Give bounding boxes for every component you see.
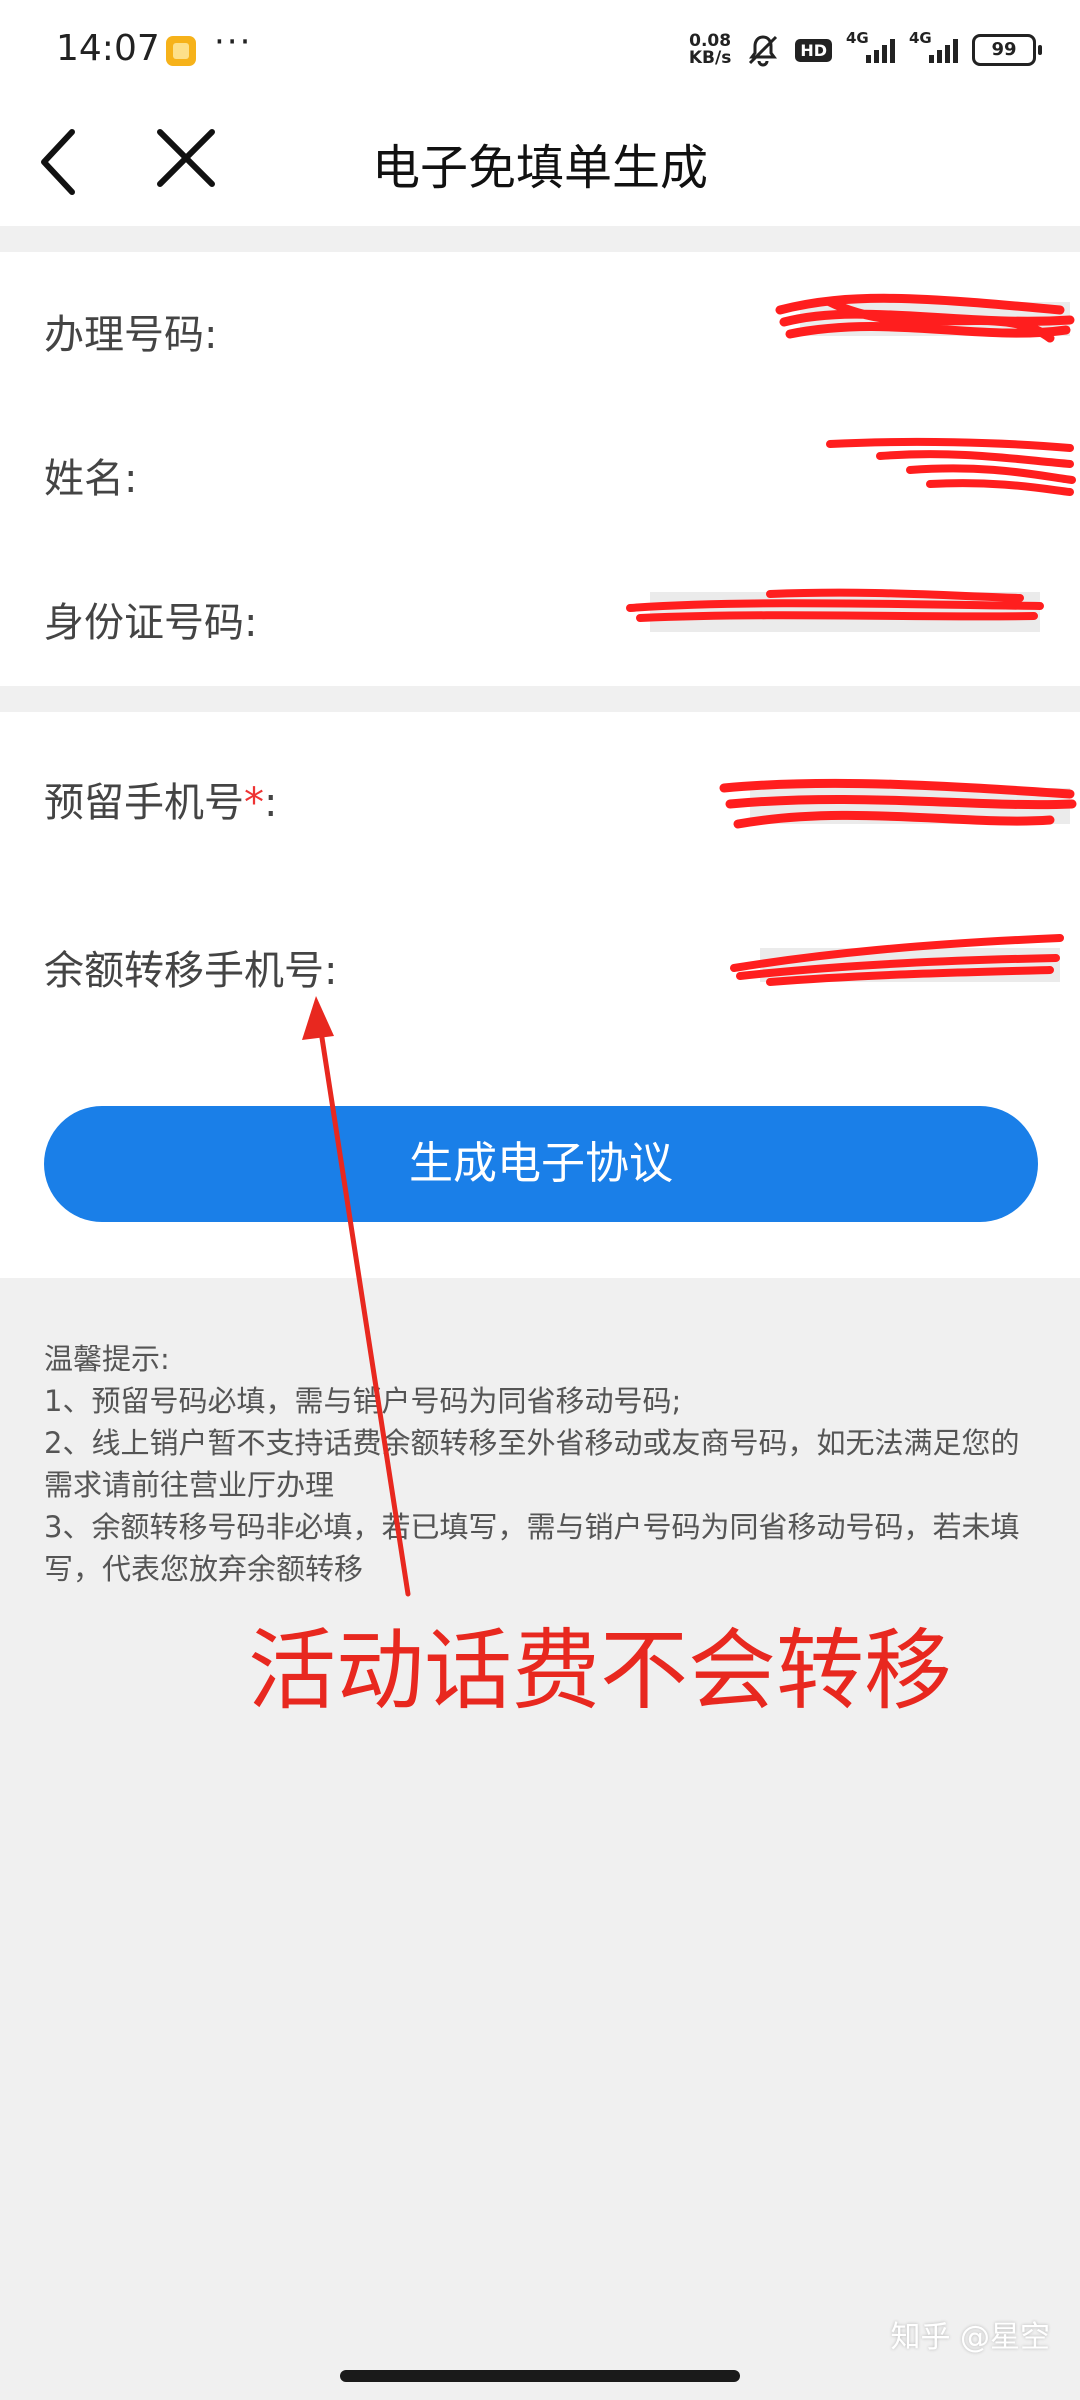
annotation-text: 活动话费不会转移	[248, 1621, 953, 1720]
annotation-arrow	[302, 996, 411, 1597]
zhihu-watermark: 知乎 @星空	[890, 2320, 1050, 2355]
home-indicator[interactable]	[340, 2370, 740, 2382]
